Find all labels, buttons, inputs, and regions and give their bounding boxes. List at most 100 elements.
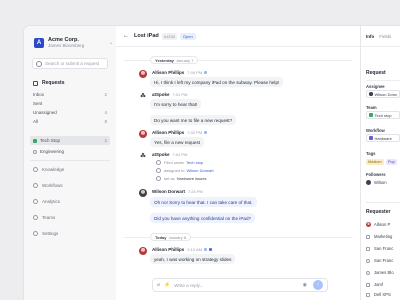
nav-settings[interactable]: Settings (33, 231, 58, 236)
avatar (369, 92, 373, 96)
requester-timezone-value: San Franc (374, 258, 394, 263)
follower-item[interactable]: Wilson (366, 180, 387, 185)
send-button[interactable]: ↑ (313, 280, 323, 290)
nav-analytics-label: Analytics (42, 199, 61, 204)
nav-settings-label: Settings (42, 231, 59, 236)
assignee-field[interactable]: Wilson Dorw (366, 90, 400, 98)
status-badge[interactable]: Open (179, 32, 196, 40)
reply-input[interactable]: Write a reply... (174, 283, 302, 288)
gear-icon (33, 231, 38, 236)
message-bubble: Do you want me to file a new request? (150, 115, 237, 125)
followers-label: Followers (366, 172, 386, 177)
requester-manager-value: James Blo (374, 270, 394, 275)
message-bubble: Hi, I think I left my company iPad on th… (150, 77, 284, 87)
event-link[interactable]: Wilson Dorwart (186, 168, 213, 173)
day-date: January 7 (175, 57, 194, 63)
event-text: assigned to (164, 168, 185, 173)
nav-knowledge[interactable]: Knowledge (33, 167, 64, 172)
message-time: 7:01 PM (172, 92, 188, 97)
teams-icon (208, 247, 213, 252)
sender-name: atSpoke (152, 152, 170, 157)
check-icon (204, 131, 208, 134)
avatar (139, 130, 147, 138)
tag-pop[interactable]: Pop (386, 159, 397, 165)
workflow-icon (33, 183, 38, 188)
nav-unassigned-count: 4 (104, 110, 107, 115)
requester-timezone: San Franc (366, 258, 393, 263)
tag-medium[interactable]: Medium (366, 159, 384, 165)
nav-all[interactable]: All 8 (33, 119, 107, 124)
requester-device: Dell XPS (366, 292, 391, 297)
search-input[interactable]: Search or submit a request (32, 58, 108, 69)
day-date: January 8 (168, 234, 187, 240)
requester-name[interactable]: Allison P (366, 222, 390, 227)
requester-location-value: San Franc (374, 246, 394, 251)
event-link[interactable]: Tech stop (186, 160, 203, 165)
event-text: Filed under (164, 160, 185, 165)
event-text: set as (164, 176, 175, 181)
avatar (139, 247, 147, 255)
users-icon (33, 215, 38, 220)
request-title: Lost iPad (134, 33, 159, 39)
team-field[interactable]: Tech stop (366, 111, 400, 119)
nav-inbox[interactable]: Inbox 2 (33, 92, 107, 97)
nav-analytics[interactable]: Analytics (33, 199, 60, 204)
tab-info[interactable]: Info (366, 34, 374, 39)
message-bubble: yeah, I was working on strategy slides (150, 254, 236, 264)
day-label: Today (155, 234, 167, 240)
nav-workflows[interactable]: Workflows (33, 183, 63, 188)
back-arrow-icon[interactable]: ← (123, 33, 129, 39)
nav-sent-label: Sent (33, 101, 43, 106)
team-color-icon (369, 113, 373, 117)
team-engineering[interactable]: Engineering (30, 147, 110, 156)
nav-teams[interactable]: Teams (33, 215, 55, 220)
org-switcher[interactable]: A Acme Corp. James Bloomberg (34, 37, 84, 49)
nav-knowledge-label: Knowledge (42, 167, 65, 172)
section-divider (366, 80, 400, 81)
workflow-value: Hardware (374, 135, 392, 141)
nav-workflows-label: Workflows (42, 183, 63, 188)
message-header: Wilson Dorwart 7:24 PM (152, 189, 203, 194)
team-tech-stop[interactable]: Tech Stop 2 (30, 136, 110, 145)
tab-fields[interactable]: Fields (379, 34, 391, 39)
bolt-icon[interactable]: ⚡ (164, 282, 170, 288)
nav-sent[interactable]: Sent (33, 101, 107, 106)
workflow-field[interactable]: Hardware (366, 134, 400, 142)
reply-composer[interactable]: ⌀ ⚡ Write a reply... ◉ ↑ (152, 278, 328, 292)
atspoke-logo-icon: ⁂ (140, 153, 146, 159)
requester-device-mgmt-value: Jamf (374, 282, 384, 287)
message-time: 7:24 PM (187, 189, 203, 194)
nav-all-label: All (33, 119, 39, 124)
message-header: Allison Phillips 9:10 AM (152, 247, 213, 252)
nav-requests[interactable]: Requests (33, 80, 65, 86)
eye-icon[interactable]: ◉ (303, 282, 307, 288)
building-icon (366, 234, 370, 239)
assignee-label: Assignee (366, 84, 385, 89)
message-time: 7:00 PM (187, 70, 203, 75)
chevron-down-icon[interactable]: ⌄ (109, 40, 113, 46)
requester-manager: James Blo (366, 270, 394, 275)
message-bubble: Yes, file a new request (150, 137, 205, 147)
message-time: 9:10 AM (187, 247, 202, 252)
check-icon (203, 248, 207, 251)
nav-inbox-label: Inbox (33, 92, 45, 97)
message-header: atSpoke 7:02 PM (152, 152, 187, 157)
search-icon (36, 60, 42, 67)
team-label: Team (366, 105, 377, 110)
nav-requests-label: Requests (42, 80, 65, 86)
sender-name: Allison Phillips (152, 130, 185, 135)
message-bubble: Oh no! Sorry to hear that. I can take ca… (150, 197, 257, 207)
request-section-title: Request (366, 70, 386, 76)
nav-unassigned[interactable]: Unassigned 4 (33, 110, 107, 115)
workflow-icon (369, 136, 373, 140)
details-tabs: Info Fields (361, 26, 400, 47)
workflow-icon (156, 176, 161, 181)
nav-unassigned-label: Unassigned (33, 110, 57, 115)
nav-inbox-count: 2 (104, 92, 107, 97)
message-header: atSpoke 7:01 PM (152, 92, 187, 97)
paperclip-icon[interactable]: ⌀ (157, 282, 160, 288)
message-bubble: Did you have anything confidential on th… (150, 213, 256, 223)
team-color-icon (33, 138, 37, 143)
message-header: Allison Phillips 7:02 PM (152, 130, 208, 135)
team-tech-stop-count: 2 (104, 138, 107, 143)
